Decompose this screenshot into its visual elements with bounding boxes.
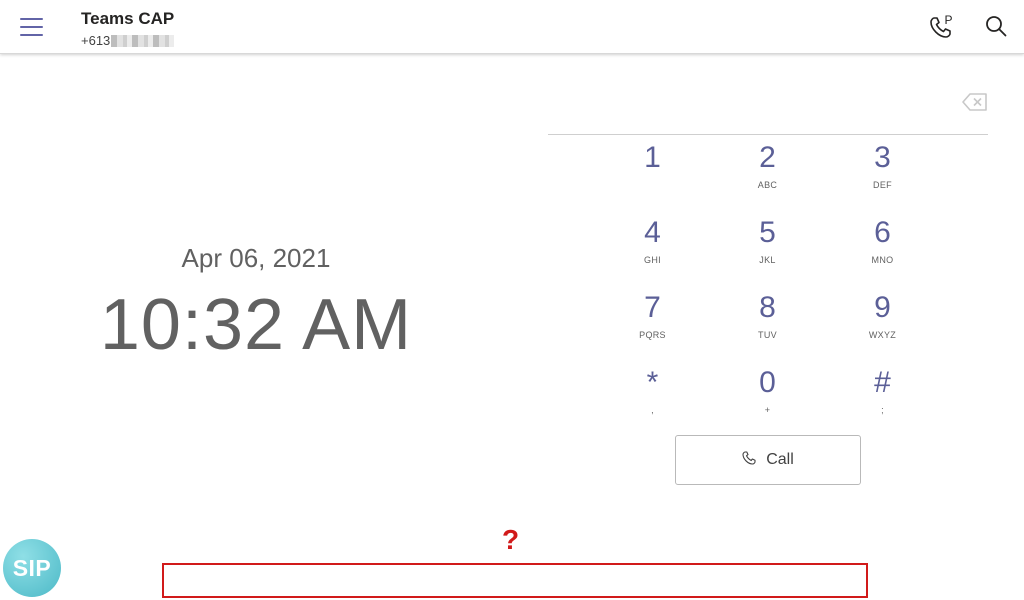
highlight-box-annotation bbox=[162, 563, 868, 598]
search-icon[interactable] bbox=[985, 15, 1007, 37]
key-digit: 9 bbox=[874, 291, 891, 324]
key-letters: ABC bbox=[757, 180, 778, 190]
current-date: Apr 06, 2021 bbox=[181, 243, 331, 273]
account-number-prefix: +613 bbox=[81, 33, 111, 48]
key-2[interactable]: 2 ABC bbox=[710, 138, 825, 213]
redacted-number-block bbox=[111, 34, 175, 47]
svg-text:P: P bbox=[945, 13, 953, 27]
key-digit: 1 bbox=[644, 141, 661, 174]
app-header: Teams CAP +613 P bbox=[0, 0, 1024, 54]
question-mark-annotation: ? bbox=[502, 524, 520, 555]
key-letters: ; bbox=[881, 405, 884, 415]
key-letters: TUV bbox=[758, 330, 777, 340]
current-time: 10:32 AM bbox=[99, 285, 413, 365]
sip-logo-text: SIP bbox=[12, 554, 52, 581]
dial-keypad: 1 2 ABC 3 DEF 4 GHI 5 JKL 6 MNO 7 PQRS 8 TUV 9 W… bbox=[595, 138, 940, 438]
key-digit: # bbox=[874, 366, 891, 399]
phone-icon bbox=[742, 450, 756, 470]
key-7[interactable]: 7 PQRS bbox=[595, 288, 710, 363]
key-letters: + bbox=[764, 405, 771, 415]
key-8[interactable]: 8 TUV bbox=[710, 288, 825, 363]
key-0[interactable]: 0 + bbox=[710, 363, 825, 438]
key-digit: 2 bbox=[759, 141, 776, 174]
account-number: +613 bbox=[81, 33, 175, 48]
key-letters: PQRS bbox=[639, 330, 666, 340]
key-5[interactable]: 5 JKL bbox=[710, 213, 825, 288]
call-button-label: Call bbox=[766, 451, 794, 468]
backspace-icon[interactable] bbox=[962, 93, 988, 111]
call-park-icon[interactable]: P bbox=[928, 13, 956, 41]
key-digit: 7 bbox=[644, 291, 661, 324]
key-letters: , bbox=[651, 405, 654, 415]
key-3[interactable]: 3 DEF bbox=[825, 138, 940, 213]
key-digit: 5 bbox=[759, 216, 776, 249]
key-digit: 3 bbox=[874, 141, 891, 174]
key-letters: MNO bbox=[871, 255, 894, 265]
dial-number-input[interactable] bbox=[548, 88, 958, 128]
sip-logo: SIP bbox=[3, 539, 61, 597]
key-digit: 6 bbox=[874, 216, 891, 249]
teams-dialer-screen: Teams CAP +613 P Apr 06, 2021 10:32 AM 1… bbox=[0, 0, 1024, 600]
key-letters: GHI bbox=[644, 255, 661, 265]
key-9[interactable]: 9 WXYZ bbox=[825, 288, 940, 363]
key-digit: * bbox=[646, 366, 659, 399]
key-digit: 8 bbox=[759, 291, 776, 324]
key-digit: 0 bbox=[759, 366, 776, 399]
hamburger-menu-icon[interactable] bbox=[20, 18, 44, 36]
key-letters: WXYZ bbox=[868, 330, 897, 340]
key-6[interactable]: 6 MNO bbox=[825, 213, 940, 288]
account-title: Teams CAP bbox=[81, 9, 175, 28]
key-hash[interactable]: #; bbox=[825, 363, 940, 438]
key-1[interactable]: 1 bbox=[595, 138, 710, 213]
dial-input-underline bbox=[548, 134, 988, 135]
key-letters: JKL bbox=[759, 255, 776, 265]
key-4[interactable]: 4 GHI bbox=[595, 213, 710, 288]
key-digit: 4 bbox=[644, 216, 661, 249]
key-letters: DEF bbox=[873, 180, 892, 190]
key-star[interactable]: *, bbox=[595, 363, 710, 438]
call-button[interactable]: Call bbox=[675, 435, 861, 485]
